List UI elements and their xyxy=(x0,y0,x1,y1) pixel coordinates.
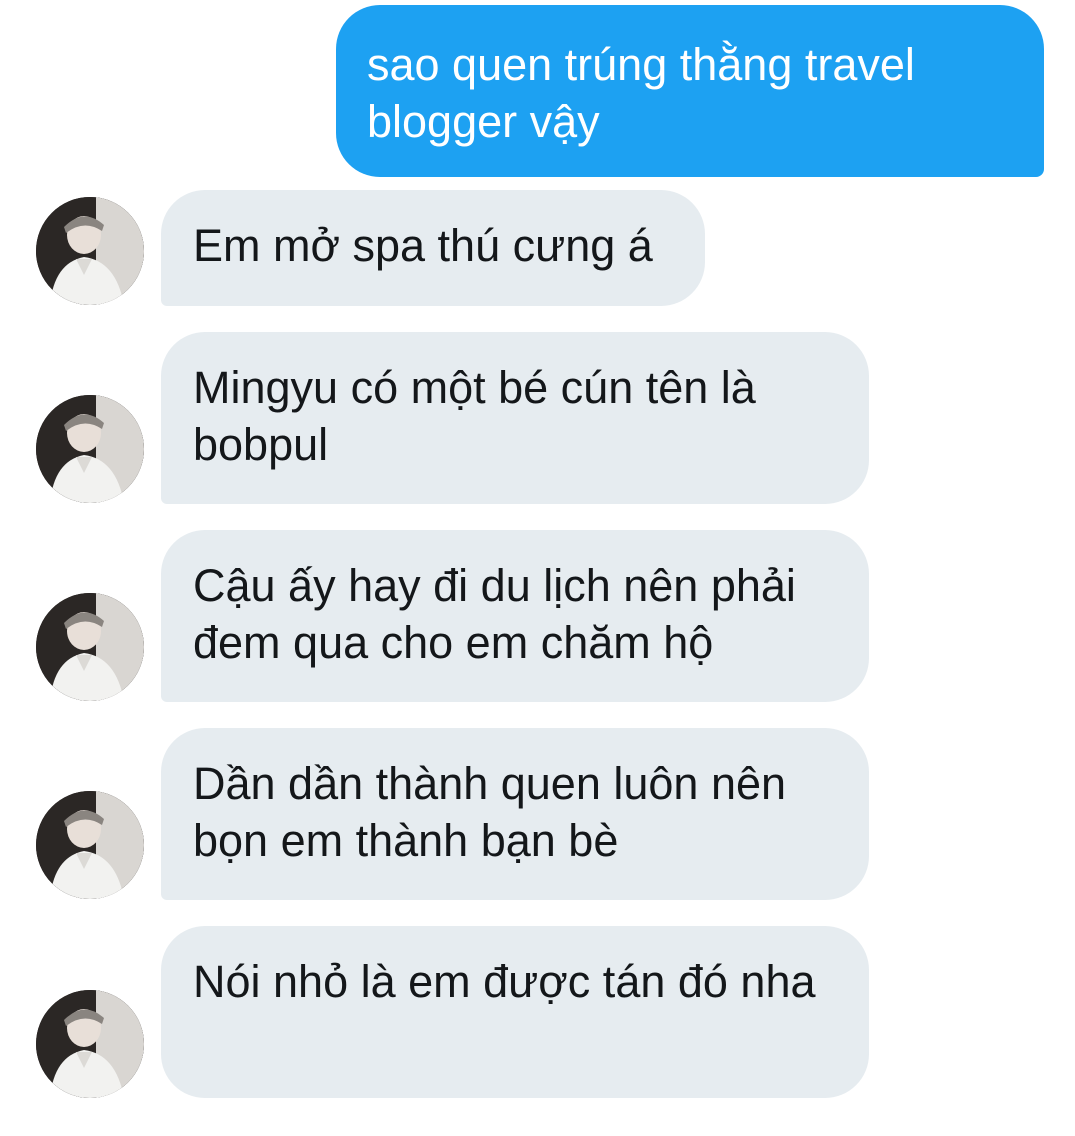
avatar-photo xyxy=(36,593,144,701)
avatar[interactable] xyxy=(36,990,144,1098)
received-message-text: Cậu ấy hay đi du lịch nên phải đem qua c… xyxy=(193,560,796,668)
avatar[interactable] xyxy=(36,197,144,305)
avatar-photo xyxy=(36,197,144,305)
received-message-text: Mingyu có một bé cún tên là bobpul xyxy=(193,362,756,470)
avatar-photo xyxy=(36,990,144,1098)
received-message-bubble[interactable]: Dần dần thành quen luôn nên bọn em thành… xyxy=(161,728,869,900)
received-message-bubble[interactable]: Nói nhỏ là em được tán đó nha xyxy=(161,926,869,1098)
avatar[interactable] xyxy=(36,791,144,899)
received-message-text: Em mở spa thú cưng á xyxy=(193,220,653,271)
received-message-bubble[interactable]: Cậu ấy hay đi du lịch nên phải đem qua c… xyxy=(161,530,869,702)
received-message-text: Dần dần thành quen luôn nên bọn em thành… xyxy=(193,758,787,866)
avatar-photo xyxy=(36,395,144,503)
avatar-photo xyxy=(36,791,144,899)
avatar[interactable] xyxy=(36,593,144,701)
received-message-bubble[interactable]: Mingyu có một bé cún tên là bobpul xyxy=(161,332,869,504)
avatar[interactable] xyxy=(36,395,144,503)
sent-message-bubble[interactable]: sao quen trúng thằng travel blogger vậy xyxy=(336,5,1044,177)
received-message-text: Nói nhỏ là em được tán đó nha xyxy=(193,956,816,1007)
sent-message-text: sao quen trúng thằng travel blogger vậy xyxy=(367,39,915,147)
received-message-bubble[interactable]: Em mở spa thú cưng á xyxy=(161,190,705,306)
